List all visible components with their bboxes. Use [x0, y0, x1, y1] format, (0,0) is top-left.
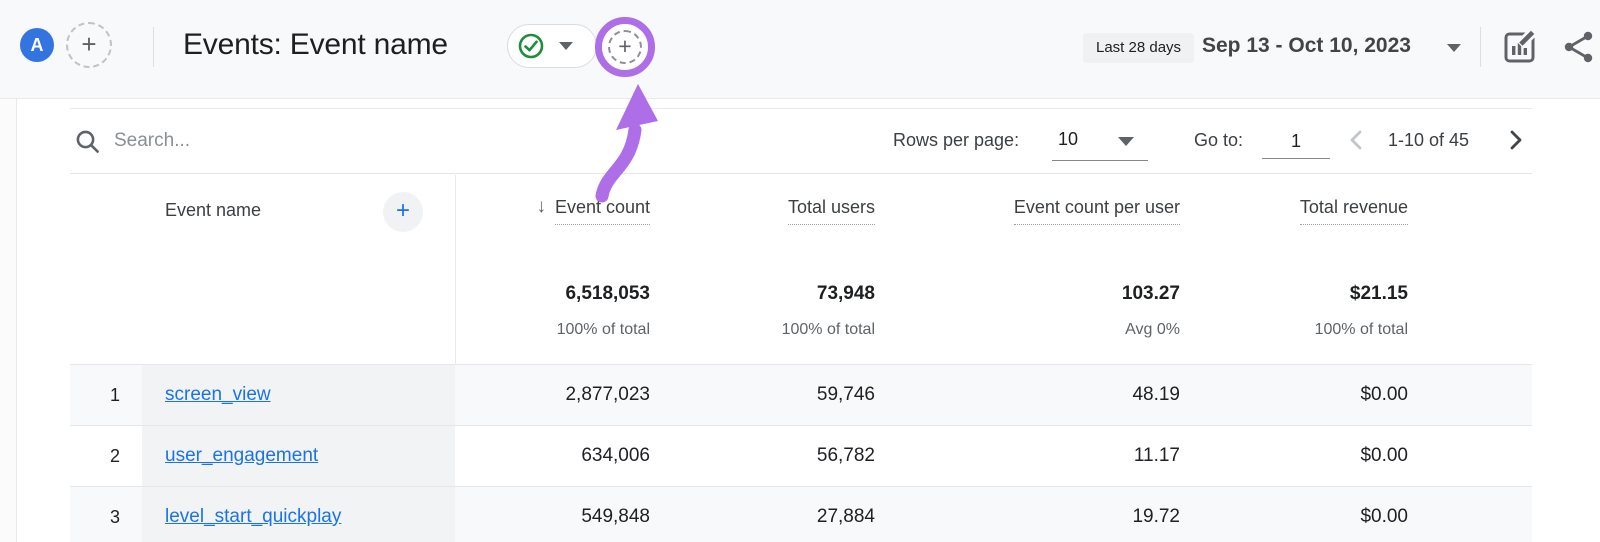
totals-event-count-per-user: 103.27 Avg 0%	[1122, 283, 1180, 339]
rows-per-page-label: Rows per page:	[893, 130, 1019, 151]
total-users-cell: 59,746	[650, 384, 875, 406]
total-revenue-cell: $0.00	[1180, 445, 1408, 467]
event-count-cell: 2,877,023	[455, 384, 650, 406]
ga4-events-report: A + Events: Event name + Last 28 days Se…	[0, 0, 1600, 542]
goto-page-input[interactable]	[1262, 125, 1330, 159]
total-revenue-cell: $0.00	[1180, 506, 1408, 528]
totals-total-users: 73,948 100% of total	[782, 283, 875, 339]
add-comparison-button[interactable]: +	[66, 22, 112, 68]
check-circle-icon	[517, 32, 545, 60]
column-header-total-users[interactable]: Total users	[788, 197, 875, 225]
page-title: Events: Event name	[183, 28, 448, 62]
event-count-cell: 634,006	[455, 445, 650, 467]
table-header: Event name + ↓ Event count Total users E…	[70, 175, 1532, 364]
column-header-total-revenue[interactable]: Total revenue	[1300, 197, 1408, 225]
event-link[interactable]: user_engagement	[165, 445, 318, 467]
event-name-cell: level_start_quickplay	[142, 487, 455, 542]
total-users-cell: 27,884	[650, 506, 875, 528]
header-divider	[1480, 27, 1481, 67]
chevron-down-icon[interactable]	[1118, 137, 1134, 146]
add-dimension-button[interactable]: +	[383, 192, 423, 232]
row-index: 2	[70, 446, 142, 467]
pagination-range: 1-10 of 45	[1388, 130, 1469, 151]
sort-descending-icon: ↓	[536, 197, 546, 218]
share-button[interactable]	[1562, 29, 1596, 65]
column-header-event-name[interactable]: Event name	[165, 200, 261, 221]
plus-icon: +	[81, 31, 96, 57]
share-icon	[1562, 29, 1596, 65]
table-row: 2 user_engagement 634,006 56,782 11.17 $…	[70, 425, 1532, 486]
chevron-down-icon[interactable]	[1447, 44, 1461, 52]
event-name-cell: screen_view	[142, 365, 455, 425]
table-row: 3 level_start_quickplay 549,848 27,884 1…	[70, 486, 1532, 542]
table-toolbar: Rows per page: 10 Go to: 1-10 of 45	[70, 108, 1532, 174]
event-count-per-user-cell: 19.72	[875, 506, 1180, 528]
edit-chart-icon	[1500, 26, 1540, 66]
total-users-cell: 56,782	[650, 445, 875, 467]
event-link[interactable]: level_start_quickplay	[165, 506, 341, 528]
event-count-per-user-cell: 11.17	[875, 445, 1180, 467]
chevron-right-icon	[1500, 125, 1530, 155]
header-divider	[153, 27, 154, 67]
date-preset-badge: Last 28 days	[1083, 33, 1194, 63]
add-metric-button[interactable]: +	[608, 30, 642, 64]
row-index: 3	[70, 507, 142, 528]
search-input[interactable]	[112, 124, 532, 158]
event-count-cell: 549,848	[455, 506, 650, 528]
table-row: 1 screen_view 2,877,023 59,746 48.19 $0.…	[70, 364, 1532, 425]
row-index: 1	[70, 385, 142, 406]
plus-icon: +	[618, 35, 631, 58]
account-avatar[interactable]: A	[20, 28, 54, 62]
next-page-button[interactable]	[1500, 125, 1530, 155]
goto-label: Go to:	[1194, 130, 1243, 151]
rows-per-page-select[interactable]: 10	[1058, 129, 1078, 150]
event-link[interactable]: screen_view	[165, 384, 271, 406]
column-header-event-count[interactable]: ↓ Event count	[536, 197, 650, 225]
column-header-event-count-per-user[interactable]: Event count per user	[1014, 197, 1180, 225]
left-rail-border	[16, 99, 17, 542]
plus-icon: +	[396, 199, 410, 223]
dimension-chip[interactable]	[507, 24, 597, 68]
table-body: 1 screen_view 2,877,023 59,746 48.19 $0.…	[70, 364, 1532, 542]
search-icon	[74, 128, 102, 161]
event-count-per-user-cell: 48.19	[875, 384, 1180, 406]
left-rail	[0, 99, 16, 542]
chevron-down-icon	[559, 42, 573, 50]
previous-page-button[interactable]	[1342, 125, 1372, 155]
annotation-highlight-ring: +	[595, 17, 655, 77]
column-divider	[455, 175, 456, 364]
totals-event-count: 6,518,053 100% of total	[557, 283, 650, 339]
rows-per-page-underline	[1052, 160, 1148, 161]
event-name-cell: user_engagement	[142, 426, 455, 486]
customize-report-button[interactable]	[1500, 26, 1540, 66]
totals-total-revenue: $21.15 100% of total	[1315, 283, 1408, 339]
total-revenue-cell: $0.00	[1180, 384, 1408, 406]
chevron-left-icon	[1342, 125, 1372, 155]
report-header-bar: A + Events: Event name + Last 28 days Se…	[0, 0, 1600, 99]
date-range-selector[interactable]: Sep 13 - Oct 10, 2023	[1202, 34, 1411, 58]
